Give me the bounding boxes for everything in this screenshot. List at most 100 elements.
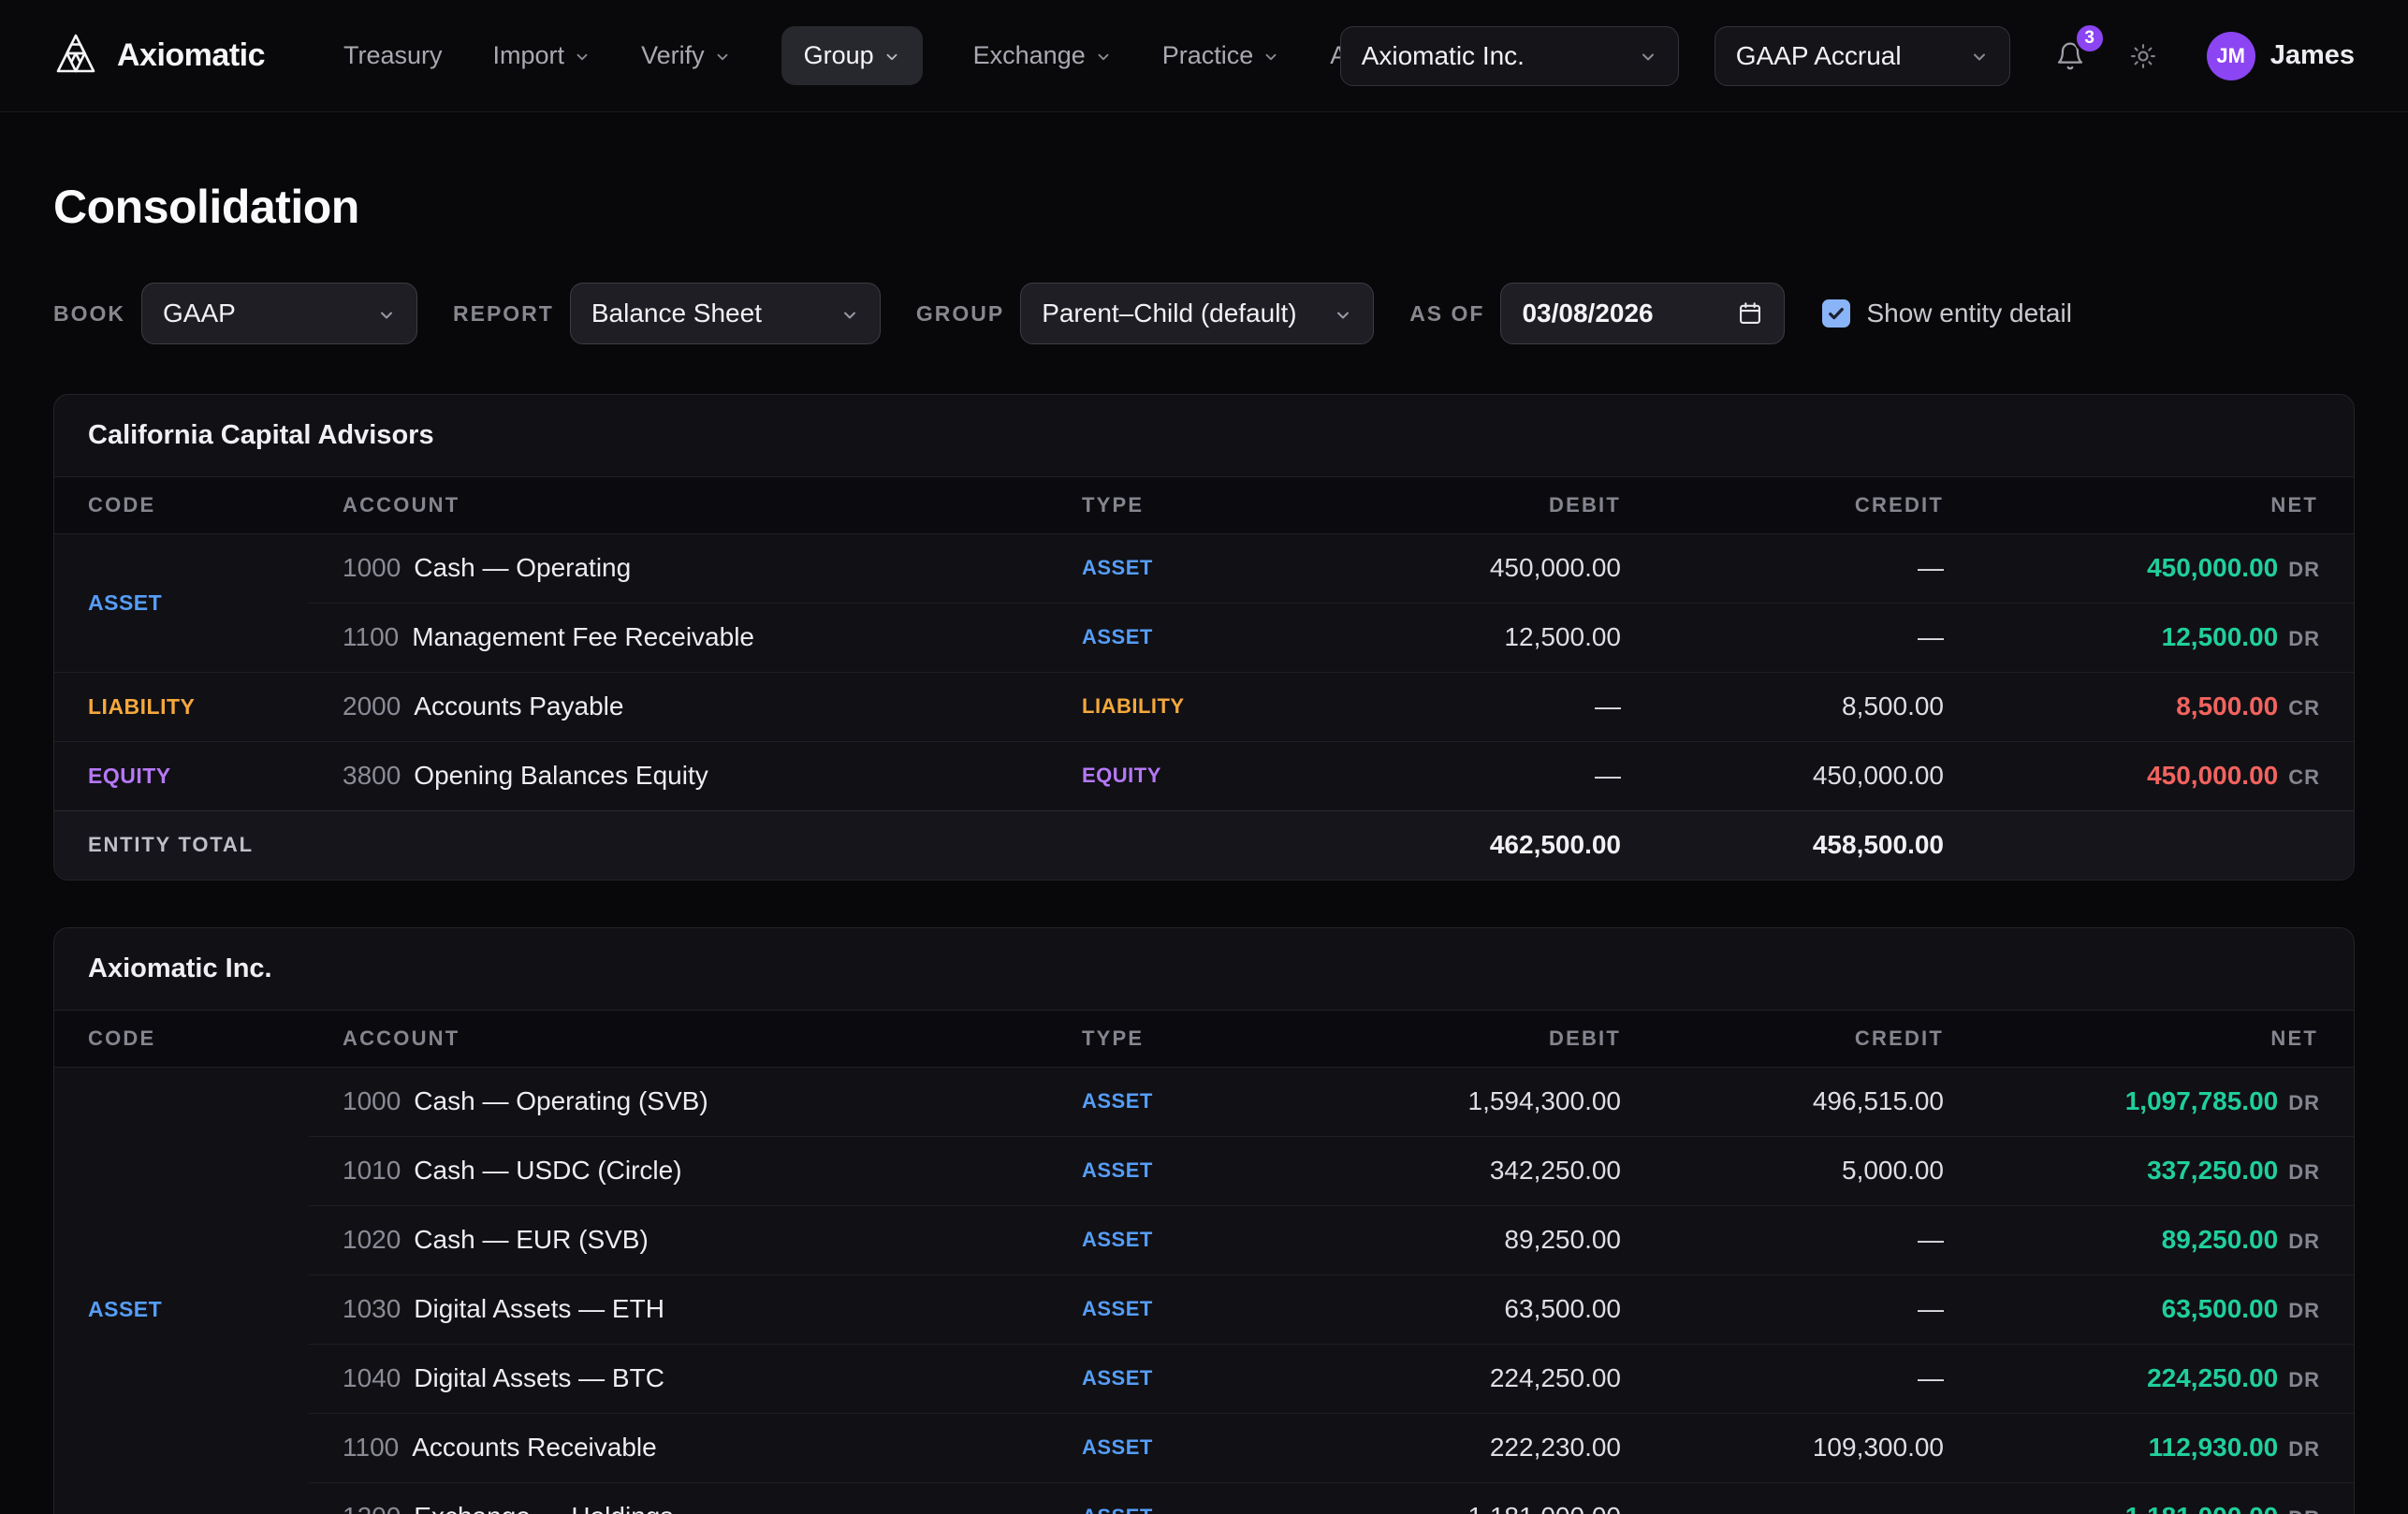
group-select[interactable]: Parent–Child (default)	[1020, 283, 1374, 344]
net-side: DR	[2288, 1299, 2320, 1322]
entity-select-value: Axiomatic Inc.	[1362, 41, 1525, 71]
theme-toggle-button[interactable]	[2123, 36, 2164, 77]
account-name: Cash — Operating	[414, 553, 631, 582]
net-cell: 12,500.00DR	[1979, 603, 2354, 672]
account-group-label: ASSET	[54, 1067, 309, 1514]
table-row: 1020Cash — EUR (SVB) ASSET 89,250.00 — 8…	[54, 1205, 2354, 1274]
net-side: CR	[2288, 765, 2320, 789]
account-code: 1020	[343, 1225, 401, 1254]
table-header-row: CODE ACCOUNT TYPE DEBIT CREDIT NET	[54, 1011, 2354, 1067]
book-select-value: GAAP	[163, 298, 236, 328]
account-type-badge: ASSET	[1048, 1344, 1357, 1413]
net-side: DR	[2288, 627, 2320, 650]
account-cell: 1100 Accounts Receivable	[309, 1413, 1048, 1482]
book-select[interactable]: GAAP	[141, 283, 417, 344]
notifications-button[interactable]: 3	[2050, 36, 2091, 77]
net-cell: 63,500.00DR	[1979, 1274, 2354, 1344]
account-type-badge: EQUITY	[1048, 741, 1357, 810]
brand[interactable]: Axiomatic	[53, 31, 265, 80]
entity-total-credit: 458,500.00	[1656, 810, 1979, 880]
account-name: Cash — USDC (Circle)	[414, 1156, 681, 1185]
account-code: 1000	[343, 1086, 401, 1115]
net-cell: 89,250.00DR	[1979, 1205, 2354, 1274]
brand-name: Axiomatic	[117, 37, 265, 74]
net-amount: 337,250.00	[2147, 1156, 2278, 1185]
calendar-icon	[1737, 300, 1763, 327]
filter-bar: BOOK GAAP REPORT Balance Sheet GROUP Par…	[53, 283, 2355, 344]
entity-total-row: ENTITY TOTAL 462,500.00 458,500.00	[54, 810, 2354, 880]
net-amount: 8,500.00	[2176, 691, 2278, 721]
nav-right: Axiomatic Inc. GAAP Accrual 3 JM James	[1340, 26, 2355, 86]
group-filter-label: GROUP	[916, 301, 1004, 327]
debit-cell: 1,594,300.00	[1357, 1067, 1656, 1136]
entity-select[interactable]: Axiomatic Inc.	[1340, 26, 1679, 86]
table-row: 1100Accounts Receivable ASSET 222,230.00…	[54, 1413, 2354, 1482]
page-title: Consolidation	[53, 180, 2355, 234]
account-cell: 1020Cash — EUR (SVB)	[309, 1205, 1048, 1274]
col-header-credit: CREDIT	[1656, 1011, 1979, 1067]
account-name: Digital Assets — BTC	[414, 1363, 664, 1392]
user-name: James	[2270, 40, 2355, 71]
credit-cell: —	[1656, 1274, 1979, 1344]
account-type-badge: ASSET	[1048, 1067, 1357, 1136]
account-name: Exchange — Holdings	[414, 1502, 673, 1514]
net-cell: 224,250.00 DR	[1979, 1344, 2354, 1413]
net-amount: 224,250.00	[2147, 1363, 2278, 1392]
balance-sheet-table: CODE ACCOUNT TYPE DEBIT CREDIT NET ASSET…	[54, 477, 2354, 880]
nav-item-assistant[interactable]: Assistant	[1330, 41, 1339, 70]
account-code: 1100	[343, 1433, 399, 1462]
account-code: 1200	[343, 1502, 401, 1514]
col-header-code: CODE	[54, 1011, 309, 1067]
account-name: Opening Balances Equity	[414, 761, 708, 790]
net-side: DR	[2288, 1368, 2320, 1391]
credit-cell: —	[1656, 603, 1979, 672]
notification-badge: 3	[2074, 22, 2106, 54]
net-cell: 112,930.00DR	[1979, 1413, 2354, 1482]
account-group-label: LIABILITY	[54, 672, 309, 741]
credit-cell: —	[1656, 1344, 1979, 1413]
entity-card-axiomatic-inc: Axiomatic Inc. CODE ACCOUNT TYPE DEBIT C…	[53, 927, 2355, 1514]
main-menu: Treasury Import Verify Group Exchange Pr…	[343, 26, 1340, 85]
net-cell: 450,000.00DR	[1979, 533, 2354, 603]
nav-item-exchange[interactable]: Exchange	[973, 41, 1112, 70]
show-entity-detail-label: Show entity detail	[1866, 298, 2071, 328]
nav-item-group[interactable]: Group	[781, 26, 923, 85]
col-header-code: CODE	[54, 477, 309, 533]
net-side: DR	[2288, 1507, 2320, 1514]
credit-cell: —	[1656, 533, 1979, 603]
nav-item-verify[interactable]: Verify	[641, 41, 731, 70]
col-header-credit: CREDIT	[1656, 477, 1979, 533]
show-entity-detail-toggle[interactable]: Show entity detail	[1822, 298, 2071, 328]
table-row: 1040Digital Assets — BTC ASSET 224,250.0…	[54, 1344, 2354, 1413]
account-cell: 1010Cash — USDC (Circle)	[309, 1136, 1048, 1205]
table-row: 1010Cash — USDC (Circle) ASSET 342,250.0…	[54, 1136, 2354, 1205]
show-entity-detail-checkbox[interactable]	[1822, 299, 1850, 328]
entity-total-debit: 462,500.00	[1357, 810, 1656, 880]
book-filter-label: BOOK	[53, 301, 125, 327]
net-side: DR	[2288, 558, 2320, 581]
credit-cell: —	[1656, 1482, 1979, 1514]
account-type-badge: ASSET	[1048, 1274, 1357, 1344]
account-name: Accounts Receivable	[412, 1433, 656, 1462]
account-code: 3800	[343, 761, 401, 790]
credit-cell: 8,500.00	[1656, 672, 1979, 741]
table-row: 1030Digital Assets — ETH ASSET 63,500.00…	[54, 1274, 2354, 1344]
nav-item-practice[interactable]: Practice	[1162, 41, 1280, 70]
credit-cell: 496,515.00	[1656, 1067, 1979, 1136]
col-header-type: TYPE	[1048, 1011, 1357, 1067]
entity-card-title: California Capital Advisors	[54, 395, 2354, 477]
credit-cell: 5,000.00	[1656, 1136, 1979, 1205]
as-of-date-input[interactable]: 03/08/2026	[1500, 283, 1785, 344]
chevron-down-icon	[840, 306, 859, 325]
chevron-down-icon	[714, 49, 731, 66]
report-select[interactable]: Balance Sheet	[570, 283, 881, 344]
nav-item-treasury[interactable]: Treasury	[343, 41, 443, 70]
nav-item-import[interactable]: Import	[493, 41, 591, 70]
avatar[interactable]: JM	[2207, 32, 2255, 80]
asof-filter-label: AS OF	[1409, 301, 1484, 327]
debit-cell: 89,250.00	[1357, 1205, 1656, 1274]
chevron-down-icon	[1970, 48, 1989, 66]
net-side: DR	[2288, 1230, 2320, 1253]
accounting-basis-select[interactable]: GAAP Accrual	[1715, 26, 2010, 86]
net-cell: 450,000.00CR	[1979, 741, 2354, 810]
